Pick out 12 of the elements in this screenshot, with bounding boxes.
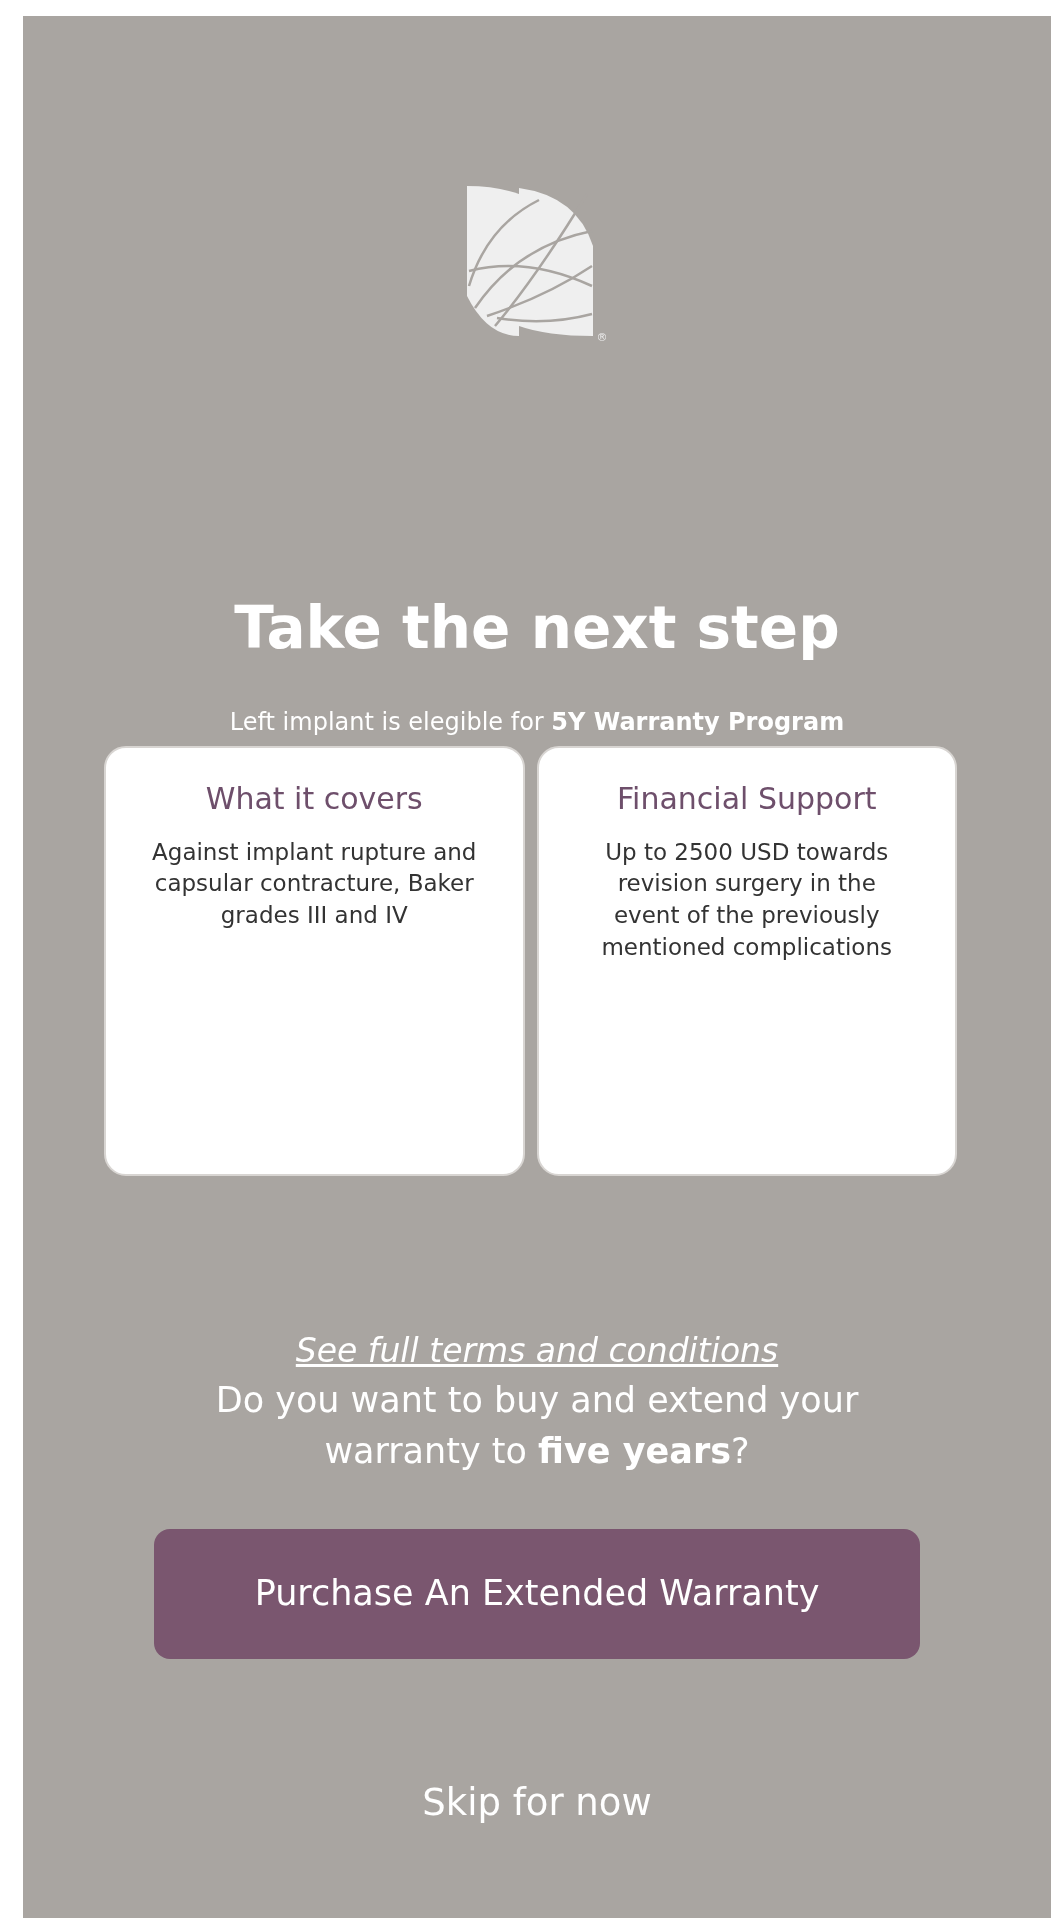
card-title: What it covers [204,779,424,818]
terms-link[interactable]: See full terms and conditions [295,1325,779,1376]
registered-mark: ® [596,329,608,346]
card-text: Up to 2500 USD towards revision surgery in the event of the previously mentioned complications [600,837,893,962]
subtitle-text: Left implant is elegible for 5Y Warranty Program [228,706,846,738]
card-title: Financial Support [616,779,878,818]
heading: Take the next step [233,594,841,664]
logo-icon [466,186,593,336]
card-text: Against implant rupture and capsular contracture, Baker grades III and IV [151,837,478,931]
question-text: Do you want to buy and extend your warranty to five years? [214,1379,860,1473]
purchase-button[interactable]: Purchase An Extended Warranty [154,1528,920,1659]
skip-link[interactable]: Skip for now [410,1768,664,1837]
